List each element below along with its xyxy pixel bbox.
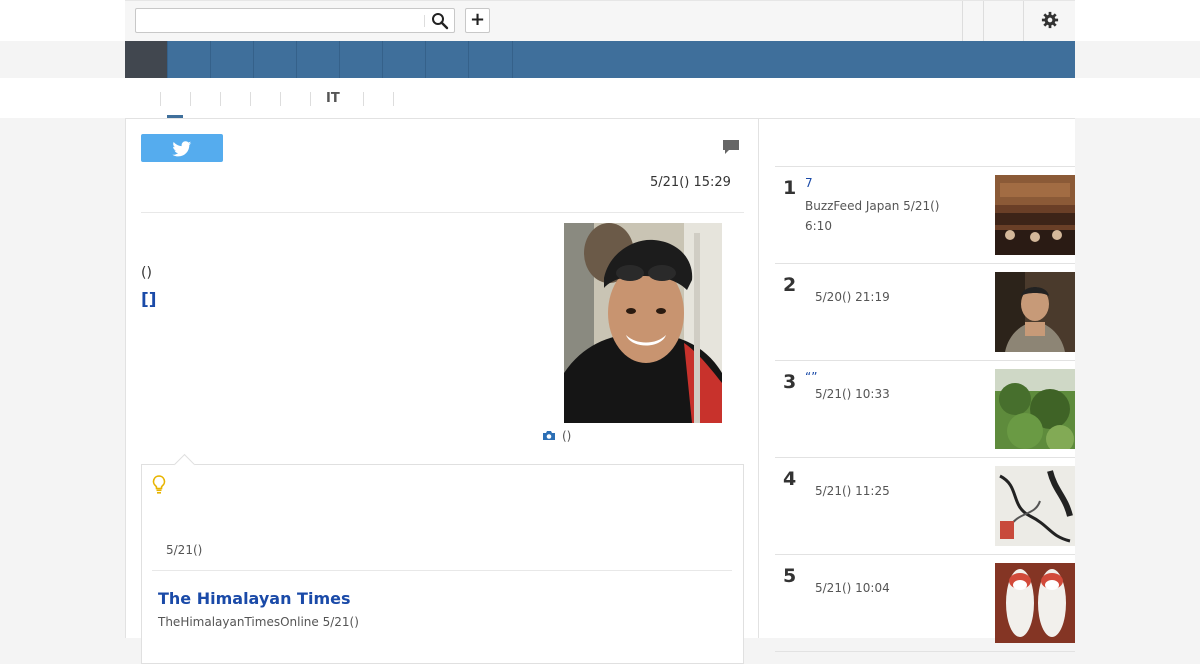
comment-button[interactable] — [722, 139, 740, 155]
subtab[interactable] — [393, 92, 394, 106]
article-datetime: 5/21() 15:29 — [650, 175, 731, 190]
search-divider — [424, 15, 425, 27]
subtab-it[interactable]: IT — [310, 92, 340, 106]
lightbulb-icon — [152, 475, 166, 495]
rank-meta: BuzzFeed Japan 5/21() 6:10 — [805, 199, 940, 233]
rank-thumbnail[interactable] — [995, 175, 1075, 255]
source-link[interactable]: The Himalayan Times — [158, 589, 351, 608]
divider — [152, 570, 732, 571]
ranking-item[interactable]: 4 5/21() 11:25 — [775, 458, 1075, 555]
rank-meta: 5/21() 11:25 — [815, 484, 890, 498]
ranking-sidebar: 1 7 BuzzFeed Japan 5/21() 6:10 2 5/20() … — [759, 118, 1075, 652]
portrait-photo — [564, 223, 722, 423]
rank-meta: 5/21() 10:33 — [815, 387, 890, 401]
top-bar-inner: + — [125, 0, 1075, 41]
search-input[interactable] — [135, 8, 455, 33]
rank-thumbnail[interactable] — [995, 466, 1075, 546]
subtab[interactable] — [250, 92, 251, 106]
add-button[interactable]: + — [465, 8, 490, 33]
rank-thumbnail[interactable] — [995, 272, 1075, 352]
top-bar: + — [0, 0, 1200, 41]
photo-caption: () — [542, 429, 571, 443]
nav-item[interactable] — [340, 41, 383, 78]
subtab[interactable] — [280, 92, 281, 106]
search-button[interactable] — [431, 12, 451, 30]
nav-item-home[interactable] — [125, 41, 168, 78]
article-link[interactable]: [] — [141, 290, 157, 310]
related-articles-box: 5/21() The Himalayan Times TheHimalayanT… — [141, 453, 744, 664]
article-photo[interactable] — [564, 223, 722, 423]
camera-icon — [543, 431, 555, 440]
rank-number: 5 — [783, 565, 797, 587]
rank-title[interactable]: “” — [805, 370, 817, 384]
rank-meta: 5/20() 21:19 — [815, 290, 890, 304]
rank-meta: 5/21() 10:04 — [815, 581, 890, 595]
sub-nav: IT — [0, 78, 1200, 118]
article-main: 5/21() 15:29 () [] () 5/21() The Himalay… — [125, 118, 759, 664]
rank-number: 2 — [783, 274, 797, 296]
nav-item[interactable] — [254, 41, 297, 78]
comment-icon — [723, 140, 739, 154]
twitter-icon — [172, 141, 192, 157]
rank-number: 3 — [783, 371, 797, 393]
subtab[interactable] — [363, 92, 364, 106]
rank-number: 4 — [783, 468, 797, 490]
nav-item[interactable] — [211, 41, 254, 78]
top-divider — [983, 1, 984, 41]
top-divider — [1023, 1, 1024, 41]
subtab[interactable] — [160, 92, 161, 106]
rank-title[interactable]: 7 — [805, 176, 813, 190]
nav-item[interactable] — [168, 41, 211, 78]
photo-caption-text: () — [562, 429, 572, 443]
ranking-item[interactable]: 3 “” 5/21() 10:33 — [775, 361, 1075, 458]
search-icon — [432, 13, 449, 30]
tweet-button[interactable] — [141, 134, 223, 162]
ranking-item[interactable]: 5 5/21() 10:04 — [775, 555, 1075, 652]
rank-number: 1 — [783, 177, 797, 199]
ranking-item[interactable]: 1 7 BuzzFeed Japan 5/21() 6:10 — [775, 167, 1075, 264]
source-meta: TheHimalayanTimesOnline 5/21() — [158, 615, 359, 629]
nav-item[interactable] — [383, 41, 426, 78]
gear-icon — [1041, 11, 1059, 29]
nav-item[interactable] — [297, 41, 340, 78]
divider — [141, 212, 744, 213]
main-nav — [125, 41, 1075, 78]
rank-thumbnail[interactable] — [995, 563, 1075, 643]
related-date: 5/21() — [166, 543, 203, 557]
article-text: () — [141, 265, 152, 281]
ranking-item[interactable]: 2 5/20() 21:19 — [775, 264, 1075, 361]
nav-item[interactable] — [426, 41, 469, 78]
top-divider — [962, 1, 963, 41]
nav-item[interactable] — [469, 41, 513, 78]
subtab[interactable] — [190, 92, 191, 106]
subtab[interactable] — [220, 92, 221, 106]
rank-thumbnail[interactable] — [995, 369, 1075, 449]
box-notch — [173, 453, 196, 476]
settings-button[interactable] — [1041, 11, 1061, 31]
